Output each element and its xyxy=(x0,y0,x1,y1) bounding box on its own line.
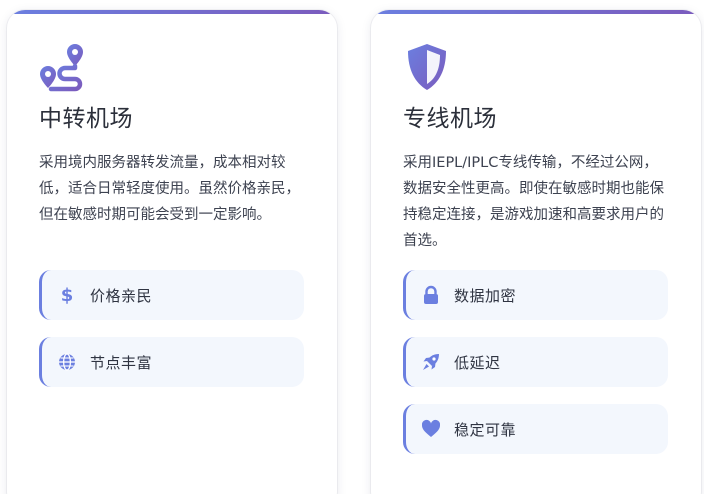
feature-item-latency: 低延迟 xyxy=(403,337,668,387)
feature-label: 低延迟 xyxy=(454,353,501,372)
feature-label: 数据加密 xyxy=(454,286,517,305)
card-title: 专线机场 xyxy=(403,106,497,132)
svg-text:$: $ xyxy=(61,285,74,305)
heart-icon xyxy=(408,404,454,454)
feature-item-nodes: 节点丰富 xyxy=(39,337,304,387)
card-title: 中转机场 xyxy=(39,106,133,132)
feature-item-encryption: 数据加密 xyxy=(403,270,668,320)
card-accent-bar xyxy=(371,10,701,14)
globe-icon xyxy=(44,337,90,387)
rocket-icon xyxy=(408,337,454,387)
feature-label: 节点丰富 xyxy=(90,353,153,372)
feature-item-reliability: 稳定可靠 xyxy=(403,404,668,454)
dollar-icon: $ xyxy=(44,270,90,320)
card-dedicated-airport: 专线机场 采用IEPL/IPLC专线传输，不经过公网，数据安全性更高。即使在敏感… xyxy=(371,10,701,494)
card-transit-airport: 中转机场 采用境内服务器转发流量，成本相对较低，适合日常轻度使用。虽然价格亲民，… xyxy=(7,10,337,494)
feature-item-price: $ 价格亲民 xyxy=(39,270,304,320)
lock-icon xyxy=(408,270,454,320)
shield-icon xyxy=(401,42,453,94)
page: 中转机场 采用境内服务器转发流量，成本相对较低，适合日常轻度使用。虽然价格亲民，… xyxy=(0,0,704,494)
route-icon xyxy=(37,42,89,94)
card-description: 采用境内服务器转发流量，成本相对较低，适合日常轻度使用。虽然价格亲民，但在敏感时… xyxy=(39,155,300,223)
card-accent-bar xyxy=(7,10,337,14)
card-description: 采用IEPL/IPLC专线传输，不经过公网，数据安全性更高。即使在敏感时期也能保… xyxy=(403,155,664,249)
feature-label: 稳定可靠 xyxy=(454,420,517,439)
feature-label: 价格亲民 xyxy=(90,286,153,305)
